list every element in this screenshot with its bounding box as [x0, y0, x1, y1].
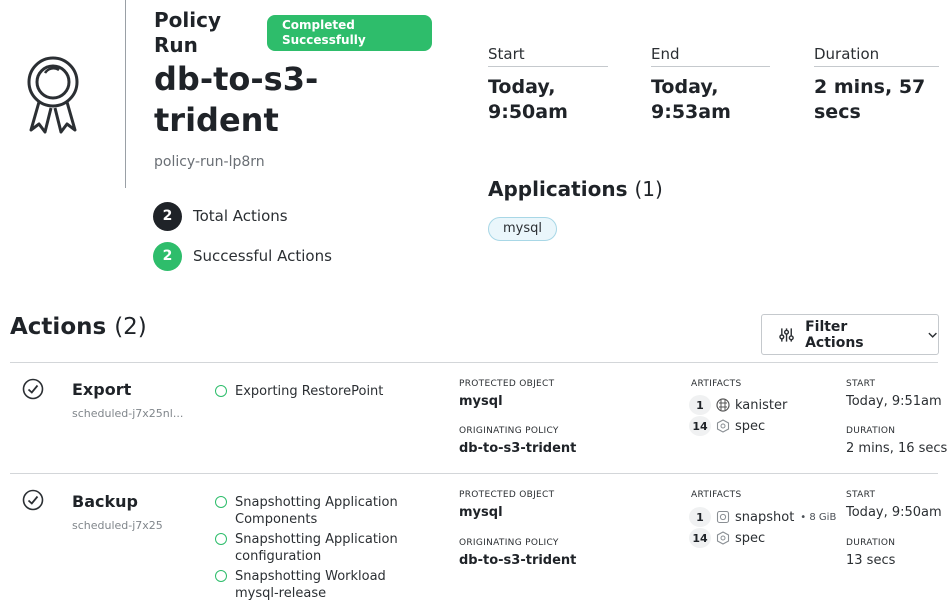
kubernetes-spec-icon: [716, 531, 730, 545]
kanister-icon: [716, 398, 730, 412]
artifact-count: 14: [689, 528, 711, 548]
count-label: Successful Actions: [193, 247, 332, 265]
total-actions-count: 2 Total Actions: [153, 201, 288, 231]
artifact-item[interactable]: 14 spec: [689, 416, 787, 436]
action-id: scheduled-j7x25: [72, 519, 163, 532]
step-status-icon: [215, 385, 227, 397]
action-steps: Snapshotting Application Components Snap…: [215, 494, 405, 602]
chevron-down-icon: [928, 332, 937, 338]
duration-label: DURATION: [846, 426, 896, 436]
action-steps: Exporting RestorePoint: [215, 383, 415, 400]
successful-actions-count: 2 Successful Actions: [153, 241, 332, 271]
artifact-name: kanister: [735, 397, 788, 413]
actions-heading: Actions (2): [10, 314, 147, 340]
filter-actions-label: Filter Actions: [805, 318, 864, 351]
artifacts-label: ARTIFACTS: [691, 490, 742, 500]
start-label: START: [846, 490, 876, 500]
applications-count: (1): [634, 177, 663, 201]
action-name[interactable]: Backup: [72, 492, 138, 511]
step-item: Exporting RestorePoint: [215, 383, 415, 400]
start-value: Today, 9:51am: [846, 394, 942, 409]
step-status-icon: [215, 496, 227, 508]
start-stat: Start Today, 9:50am: [488, 45, 608, 125]
originating-policy-label: ORIGINATING POLICY: [459, 538, 559, 548]
originating-policy-value: db-to-s3-trident: [459, 441, 577, 456]
policy-run-id: policy-run-lp8rn: [154, 154, 265, 170]
actions-title: Actions: [10, 314, 107, 340]
artifact-count: 1: [689, 395, 711, 415]
sliders-icon: [779, 327, 794, 342]
artifact-list: 1 snapshot • 8 GiB 14 spec: [689, 507, 836, 548]
step-item: Snapshotting Application configuration: [215, 531, 405, 565]
stat-label: Start: [488, 45, 608, 67]
count-label: Total Actions: [193, 207, 288, 225]
actions-count: (2): [114, 314, 147, 340]
artifact-item[interactable]: 1 kanister: [689, 395, 787, 415]
artifact-count: 14: [689, 416, 711, 436]
artifacts-label: ARTIFACTS: [691, 379, 742, 389]
start-value: Today, 9:50am: [846, 505, 942, 520]
artifact-list: 1 kanister 14 spec: [689, 395, 787, 436]
stat-value: Today, 9:50am: [488, 76, 568, 123]
action-id: scheduled-j7x25nl...: [72, 407, 184, 420]
row-divider: [10, 473, 938, 474]
start-label: START: [846, 379, 876, 389]
check-circle-icon: [22, 489, 44, 511]
applications-title: Applications: [488, 177, 628, 201]
end-stat: End Today, 9:53am: [651, 45, 770, 125]
policy-name: db-to-s3-trident: [154, 60, 319, 139]
protected-object-value: mysql: [459, 394, 503, 409]
originating-policy-label: ORIGINATING POLICY: [459, 426, 559, 436]
application-tag-mysql[interactable]: mysql: [488, 217, 557, 241]
artifact-count: 1: [689, 507, 711, 527]
step-label: Snapshotting Application Components: [235, 495, 398, 527]
artifact-size: • 8 GiB: [800, 511, 837, 523]
kubernetes-spec-icon: [716, 419, 730, 433]
artifact-name: spec: [735, 530, 766, 546]
row-divider: [10, 362, 938, 363]
step-label: Snapshotting Application configuration: [235, 532, 398, 564]
duration-value: 13 secs: [846, 553, 896, 568]
protected-object-label: PROTECTED OBJECT: [459, 379, 555, 389]
artifact-name: snapshot: [735, 509, 795, 525]
step-item: Snapshotting Workload mysql-release: [215, 568, 405, 602]
artifact-item[interactable]: 1 snapshot • 8 GiB: [689, 507, 836, 527]
stat-label: Duration: [814, 45, 939, 67]
protected-object-label: PROTECTED OBJECT: [459, 490, 555, 500]
action-name[interactable]: Export: [72, 380, 131, 399]
header-divider: [125, 0, 126, 188]
protected-object-value: mysql: [459, 505, 503, 520]
count-circle: 2: [153, 241, 182, 271]
count-circle: 2: [153, 201, 182, 231]
step-item: Snapshotting Application Components: [215, 494, 405, 528]
step-status-icon: [215, 570, 227, 582]
page-title: Policy Run: [154, 8, 222, 57]
filter-actions-button[interactable]: Filter Actions: [761, 314, 939, 355]
stat-label: End: [651, 45, 770, 67]
award-ribbon-icon: [27, 56, 79, 134]
applications-heading: Applications (1): [488, 177, 663, 201]
step-status-icon: [215, 533, 227, 545]
duration-label: DURATION: [846, 538, 896, 548]
step-label: Snapshotting Workload mysql-release: [235, 569, 386, 601]
snapshot-icon: [716, 510, 730, 524]
step-label: Exporting RestorePoint: [235, 384, 384, 399]
duration-value: 2 mins, 16 secs: [846, 441, 948, 456]
stat-value: Today, 9:53am: [651, 76, 731, 123]
stat-value: 2 mins, 57 secs: [814, 76, 926, 123]
originating-policy-value: db-to-s3-trident: [459, 553, 577, 568]
artifact-item[interactable]: 14 spec: [689, 528, 836, 548]
duration-stat: Duration 2 mins, 57 secs: [814, 45, 939, 125]
artifact-name: spec: [735, 418, 766, 434]
status-badge: Completed Successfully: [267, 15, 432, 51]
check-circle-icon: [22, 378, 44, 400]
